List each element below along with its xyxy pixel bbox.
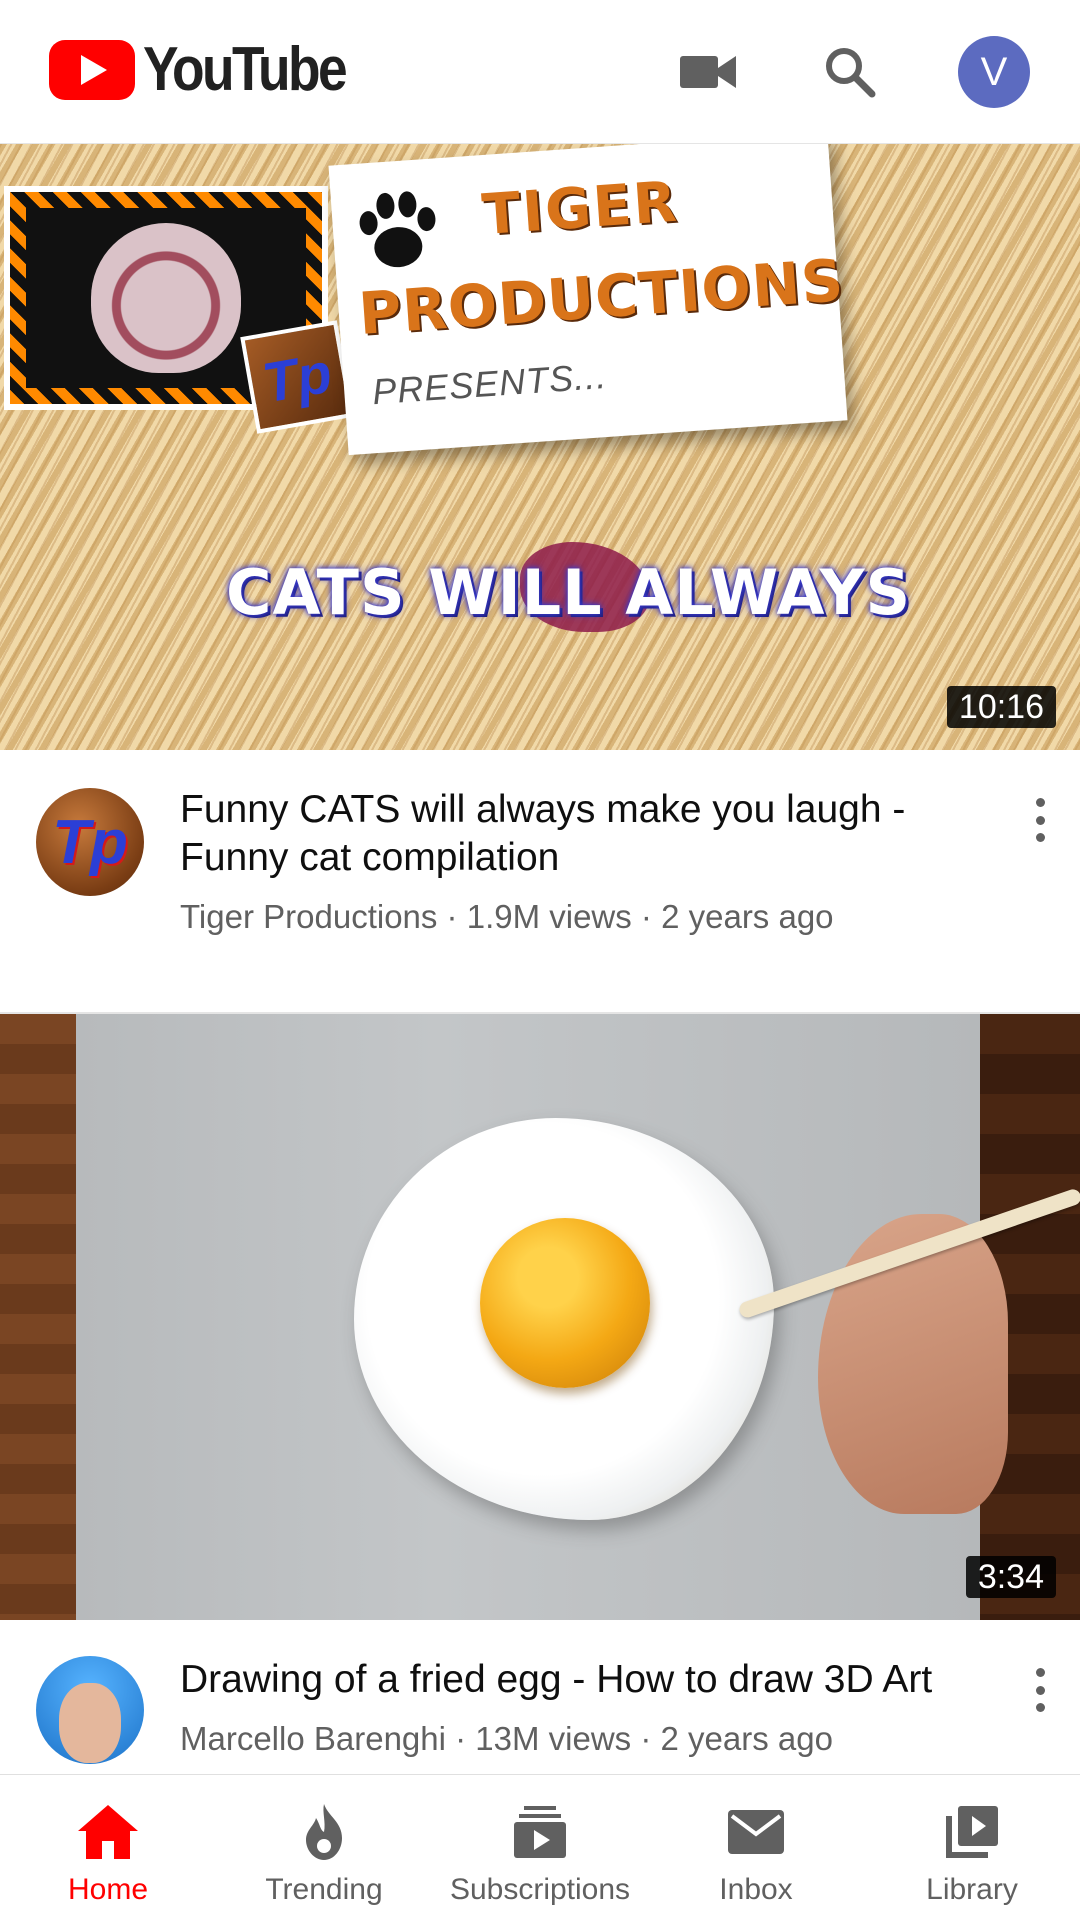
subscriptions-icon	[509, 1801, 571, 1863]
mail-icon	[725, 1801, 787, 1863]
youtube-logo[interactable]: YouTube	[49, 35, 378, 104]
video-info-row[interactable]: Drawing of a fried egg - How to draw 3D …	[0, 1620, 1080, 1774]
channel-avatar-logo: Tp	[52, 807, 128, 877]
channel-avatar-face	[59, 1683, 121, 1763]
flame-icon	[293, 1801, 355, 1863]
top-app-bar: YouTube V	[0, 0, 1080, 144]
more-options-icon[interactable]	[1028, 790, 1052, 850]
nav-item-trending[interactable]: Trending	[216, 1775, 432, 1920]
logo-text: YouTube	[143, 35, 348, 104]
tiger-face	[91, 223, 241, 373]
bottom-navigation: Home Trending Subscriptions Inbox Librar…	[0, 1774, 1080, 1920]
nav-item-library[interactable]: Library	[864, 1775, 1080, 1920]
nav-item-subscriptions[interactable]: Subscriptions	[432, 1775, 648, 1920]
nav-label: Home	[67, 1873, 149, 1906]
thumbnail-text-tiger: TIGER	[480, 169, 681, 249]
video-thumbnail[interactable]: Tp TIGER PRODUCTIONS PRESENTS... CATS WI…	[0, 144, 1080, 750]
nav-label: Library	[926, 1873, 1018, 1906]
thumbnail-text-presents: PRESENTS...	[370, 354, 609, 413]
nav-label: Subscriptions	[449, 1873, 631, 1906]
account-avatar[interactable]: V	[958, 36, 1030, 108]
more-options-icon[interactable]	[1028, 1660, 1052, 1720]
egg-yolk-drawing	[480, 1218, 650, 1388]
duration-badge: 10:16	[946, 686, 1056, 728]
thumbnail-text-cats: CATS WILL ALWAYS	[226, 556, 912, 629]
wood-background	[0, 1014, 80, 1620]
tp-badge-image: Tp	[240, 320, 354, 434]
duration-badge: 3:34	[965, 1556, 1056, 1598]
youtube-app: YouTube V Tp TIGER PRODUCTIONS PRESENTS.…	[0, 0, 1080, 1920]
video-meta: Marcello Barenghi · 13M views · 2 years …	[180, 1720, 833, 1757]
video-info-row[interactable]: Tp Funny CATS will always make you laugh…	[0, 750, 1080, 1014]
youtube-logo-icon	[49, 40, 135, 100]
paw-icon	[346, 180, 449, 287]
nav-label: Trending	[265, 1873, 383, 1906]
channel-avatar[interactable]: Tp	[36, 788, 144, 896]
search-icon[interactable]	[818, 40, 882, 104]
nav-item-inbox[interactable]: Inbox	[648, 1775, 864, 1920]
library-icon	[941, 1801, 1003, 1863]
video-thumbnail[interactable]: 3:34	[0, 1014, 1080, 1620]
video-meta: Tiger Productions · 1.9M views · 2 years…	[180, 898, 834, 935]
video-camera-icon[interactable]	[676, 40, 740, 104]
nav-label: Inbox	[719, 1873, 793, 1906]
home-icon	[77, 1801, 139, 1863]
nav-item-home[interactable]: Home	[0, 1775, 216, 1920]
channel-avatar[interactable]	[36, 1656, 144, 1764]
video-title[interactable]: Funny CATS will always make you laugh - …	[180, 786, 1000, 882]
title-card: TIGER PRODUCTIONS PRESENTS...	[328, 144, 848, 456]
video-title[interactable]: Drawing of a fried egg - How to draw 3D …	[180, 1656, 1000, 1704]
